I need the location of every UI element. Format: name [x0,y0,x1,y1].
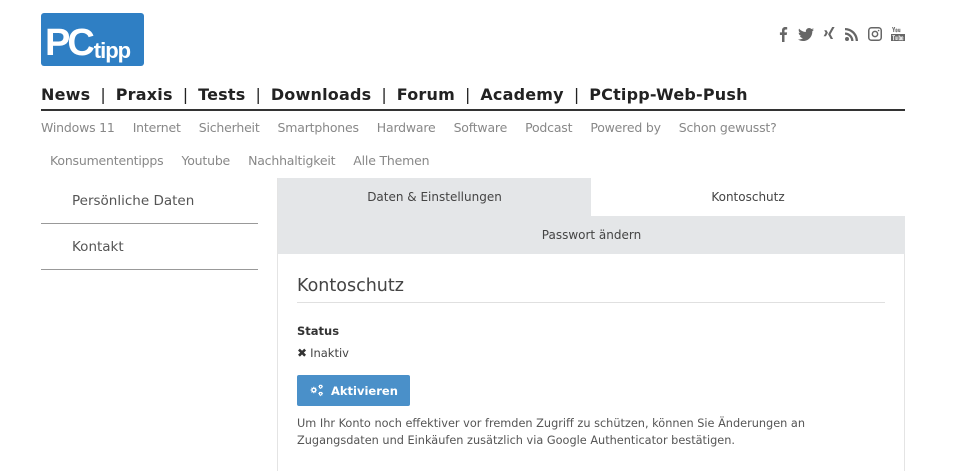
activate-button[interactable]: Aktivieren [297,375,410,406]
facebook-icon[interactable] [775,25,791,43]
account-sidebar: Persönliche Daten Kontakt [41,178,258,270]
account-tabs: Daten & Einstellungen Kontoschutz Passwo… [278,178,905,254]
nav-web-push[interactable]: PCtipp-Web-Push [589,85,747,104]
youtube-icon[interactable] [890,25,906,43]
pctipp-logo[interactable]: PC tipp [41,13,144,66]
topic-row: Windows 11 Internet Sicherheit Smartphon… [41,120,911,138]
rss-icon[interactable] [844,25,860,43]
topic-link[interactable]: Nachhaltigkeit [248,153,335,171]
topic-navigation: Windows 11 Internet Sicherheit Smartphon… [41,120,911,186]
activate-button-label: Aktivieren [331,383,398,398]
topic-link[interactable]: Youtube [181,153,230,171]
topic-link[interactable]: Alle Themen [353,153,429,171]
tab-change-password[interactable]: Passwort ändern [278,216,905,254]
nav-academy[interactable]: Academy [480,85,563,104]
topic-link[interactable]: Schon gewusst? [679,120,777,138]
nav-tests[interactable]: Tests [198,85,245,104]
social-links [775,25,906,43]
topic-link[interactable]: Smartphones [278,120,359,138]
close-icon: ✖ [297,346,308,360]
section-heading: Kontoschutz [297,276,885,303]
status-label: Status [297,324,340,338]
logo-tipp-text: tipp [93,38,131,63]
nav-praxis[interactable]: Praxis [116,85,173,104]
twitter-icon[interactable] [798,25,814,43]
topic-link[interactable]: Windows 11 [41,120,115,138]
topic-row: Konsumententipps Youtube Nachhaltigkeit … [41,153,911,171]
account-protection-section: Kontoschutz Status ✖ Inaktiv Aktivieren … [278,276,904,449]
topic-link[interactable]: Konsumententipps [50,153,164,171]
nav-separator: | [100,85,106,104]
sidebar-item-contact[interactable]: Kontakt [41,224,258,270]
nav-separator: | [255,85,261,104]
nav-news[interactable]: News [41,85,90,104]
topic-link[interactable]: Podcast [525,120,572,138]
tab-data-settings[interactable]: Daten & Einstellungen [278,178,591,216]
account-panel: Daten & Einstellungen Kontoschutz Passwo… [277,178,905,471]
topic-link[interactable]: Powered by [590,120,661,138]
tab-account-protection[interactable]: Kontoschutz [591,178,905,216]
topic-link[interactable]: Internet [133,120,181,138]
gears-icon [310,384,324,396]
account-protection-description: Um Ihr Konto noch effektiver vor fremden… [297,417,805,447]
status-value: ✖ Inaktiv [297,346,885,360]
sidebar-item-personal-data[interactable]: Persönliche Daten [41,178,258,224]
nav-separator: | [381,85,387,104]
logo-pc-text: PC [45,22,95,64]
status-text: Inaktiv [310,346,349,360]
xing-icon[interactable] [821,25,837,43]
nav-separator: | [573,85,580,104]
main-navigation: News | Praxis | Tests | Downloads | Foru… [41,80,905,111]
topic-link[interactable]: Software [454,120,508,138]
nav-separator: | [182,85,189,104]
nav-downloads[interactable]: Downloads [271,85,372,104]
instagram-icon[interactable] [867,25,883,43]
topic-link[interactable]: Hardware [377,120,436,138]
topic-link[interactable]: Sicherheit [199,120,260,138]
nav-forum[interactable]: Forum [397,85,455,104]
nav-separator: | [464,85,471,104]
